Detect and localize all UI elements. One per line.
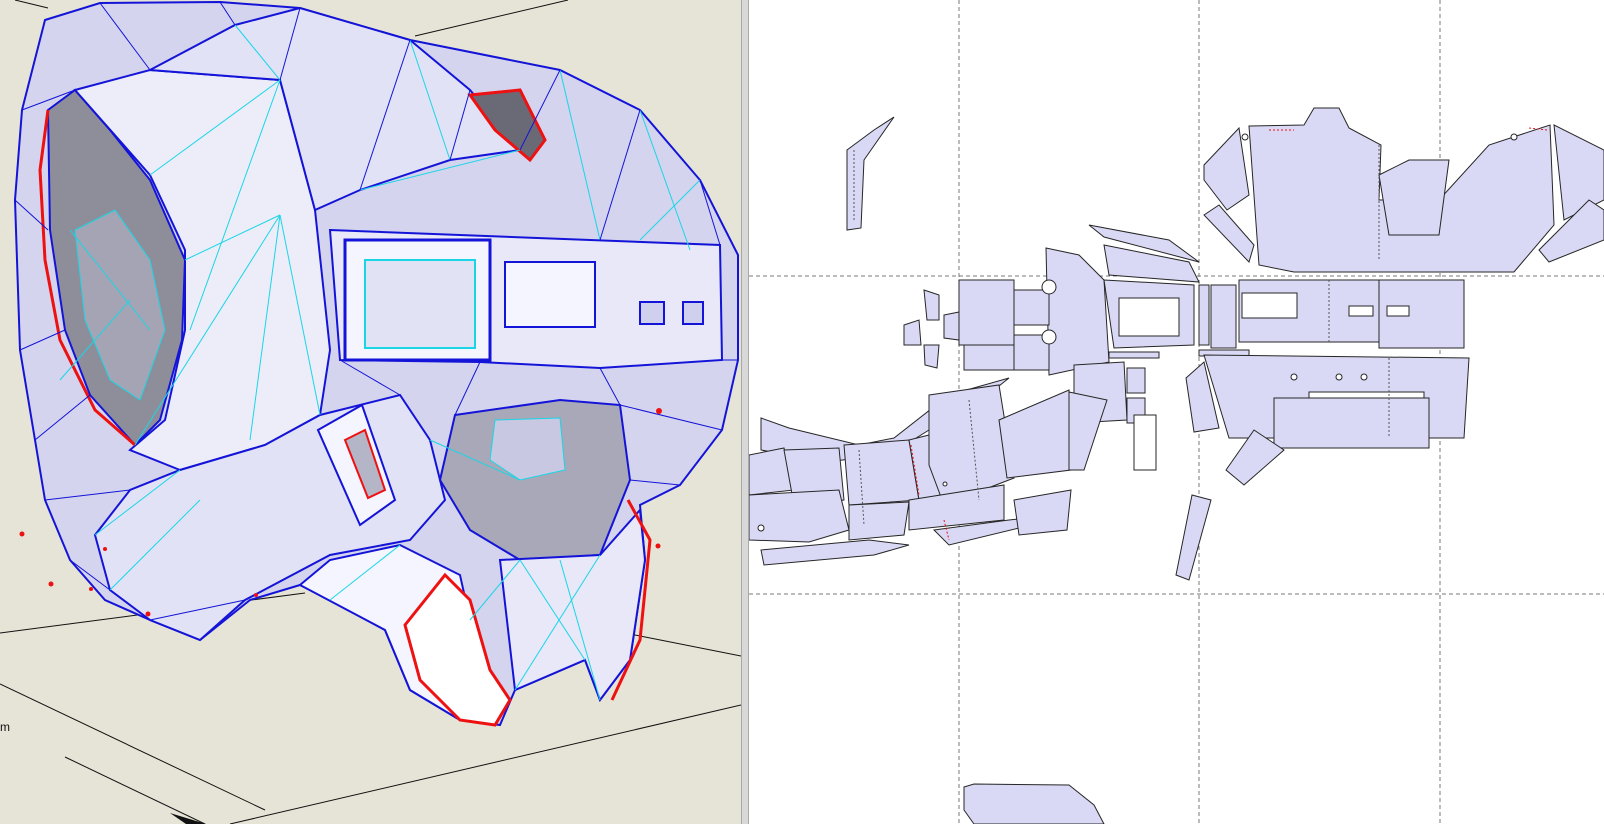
part-piece[interactable] [923, 289, 940, 321]
center-block-inner [364, 259, 476, 349]
part-piece[interactable] [903, 319, 922, 346]
part-piece[interactable] [963, 783, 1105, 824]
unfolded-parts[interactable] [749, 107, 1604, 824]
2d-canvas[interactable] [749, 0, 1604, 824]
center-block-mid [504, 261, 596, 328]
part-piece[interactable] [1013, 289, 1050, 326]
part-piece[interactable] [1273, 397, 1430, 449]
part-piece[interactable] [1378, 159, 1450, 236]
part-piece[interactable] [1203, 126, 1250, 211]
part-piece[interactable] [1175, 494, 1212, 581]
part-piece[interactable] [963, 344, 1015, 371]
part-piece[interactable] [1068, 391, 1108, 471]
3d-viewport[interactable]: 383mm m [0, 0, 741, 824]
part-piece[interactable] [846, 116, 895, 231]
part-piece[interactable] [1045, 247, 1110, 376]
part-piece[interactable] [958, 279, 1015, 346]
vent-1 [639, 301, 665, 325]
part-piece[interactable] [843, 439, 920, 506]
part-piece[interactable] [1103, 244, 1200, 283]
page-boundaries [749, 0, 1604, 824]
part-piece[interactable] [848, 501, 910, 541]
part-piece[interactable] [1198, 284, 1210, 346]
part-piece[interactable] [998, 389, 1072, 479]
part-piece[interactable] [760, 539, 910, 566]
pane-splitter[interactable] [741, 0, 749, 824]
3d-canvas[interactable]: 383mm m [0, 0, 741, 824]
part-piece[interactable] [1210, 284, 1237, 349]
part-piece[interactable] [923, 344, 940, 369]
part-piece[interactable] [1126, 367, 1146, 394]
part-piece[interactable] [943, 311, 960, 341]
2d-layout-viewport[interactable] [749, 0, 1604, 824]
part-piece[interactable] [1108, 351, 1160, 359]
side-dimension-label: m [0, 720, 10, 734]
vent-2 [682, 301, 704, 325]
part-piece[interactable] [1203, 204, 1255, 263]
part-piece[interactable] [749, 489, 850, 543]
part-piece[interactable] [1013, 489, 1072, 536]
